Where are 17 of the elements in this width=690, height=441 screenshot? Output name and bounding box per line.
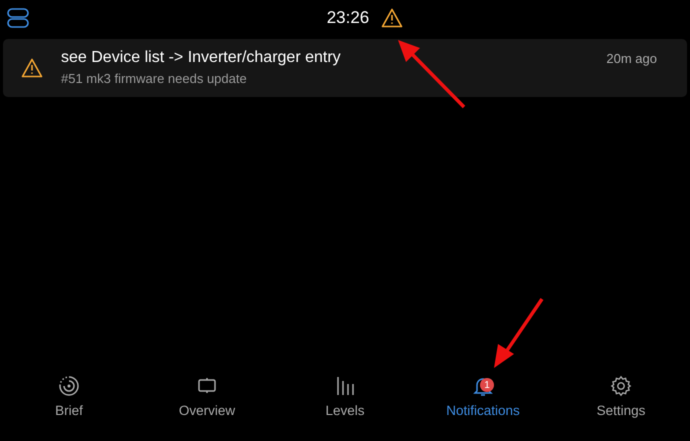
notification-time: 20m ago: [606, 51, 657, 66]
nav-tab[interactable]: 1 Notifications: [446, 369, 520, 435]
warning-icon: [381, 8, 404, 28]
notification-card[interactable]: see Device list -> Inverter/charger entry #51 mk3 firmware needs update 20m ago: [3, 39, 687, 97]
nav-tab[interactable]: Settings: [596, 369, 646, 435]
warning-icon: [21, 58, 43, 78]
notification-description: #51 mk3 firmware needs update: [61, 70, 248, 86]
count-badge: 1: [480, 378, 494, 392]
annotation-arrow: [396, 38, 468, 110]
notification-title: see Device list -> Inverter/charger entry: [61, 48, 342, 66]
nav-tab[interactable]: Levels: [325, 369, 365, 435]
toggle-icon[interactable]: [7, 8, 29, 28]
nav-tab[interactable]: Brief: [55, 369, 83, 435]
nav-tab[interactable]: Overview: [178, 369, 236, 435]
gauge-icon: [58, 375, 80, 397]
settings-icon: [610, 375, 632, 397]
clock-time: 23:26: [326, 8, 370, 28]
